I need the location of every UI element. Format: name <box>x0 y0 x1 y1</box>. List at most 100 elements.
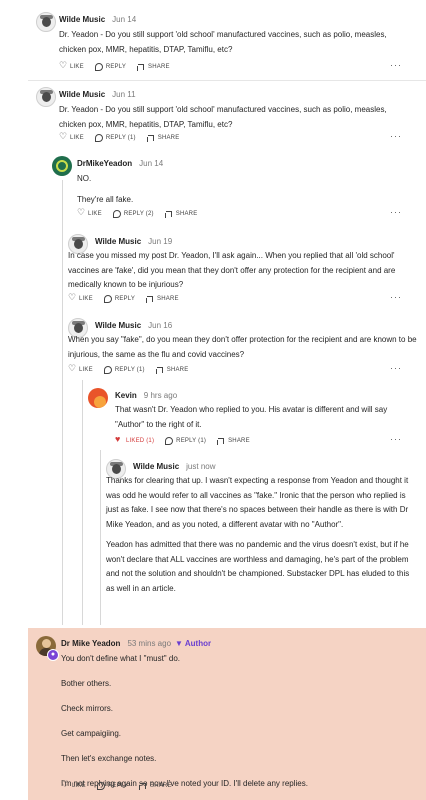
more-options-icon[interactable]: ··· <box>390 131 402 141</box>
comment-date[interactable]: 9 hrs ago <box>144 391 177 400</box>
comment-actions: LIKE REPLY SHARE <box>59 61 181 71</box>
comment-author[interactable]: Wilde Music <box>133 462 179 471</box>
heart-filled-icon <box>115 435 123 445</box>
share-icon <box>137 63 145 71</box>
heart-icon <box>61 780 69 790</box>
comment-actions: LIKE REPLY (2) SHARE <box>77 208 208 218</box>
like-button[interactable]: LIKE <box>61 780 86 790</box>
share-button[interactable]: SHARE <box>146 295 179 303</box>
more-options-icon[interactable]: ··· <box>390 60 402 70</box>
comment-author[interactable]: Kevin <box>115 391 137 400</box>
heart-icon <box>68 293 76 303</box>
heart-icon <box>77 208 85 218</box>
thread-line <box>82 380 83 625</box>
like-button[interactable]: LIKE <box>68 364 93 374</box>
comment: Wilde Music Jun 19 In case you missed my … <box>68 234 420 310</box>
share-icon <box>164 210 173 218</box>
comment-date[interactable]: just now <box>186 462 215 471</box>
comment: Wilde Music Jun 11 Dr. Yeadon - Do you st… <box>36 87 420 147</box>
comment: Wilde Music just now Thanks for clearing … <box>106 459 420 619</box>
comment: DrMikeYeadon Jun 14 NO. They're all fake.… <box>52 156 420 222</box>
comment-date[interactable]: Jun 11 <box>112 90 135 99</box>
share-button[interactable]: SHARE <box>164 210 198 218</box>
like-button[interactable]: LIKE <box>59 132 84 142</box>
reply-button[interactable]: REPLY <box>103 295 135 303</box>
like-button[interactable]: LIKE <box>68 293 93 303</box>
comment-paragraph: Bother others. <box>61 679 112 688</box>
more-options-icon[interactable]: ··· <box>390 434 402 444</box>
comment-author[interactable]: Dr Mike Yeadon <box>61 639 120 648</box>
share-icon <box>146 295 154 303</box>
share-icon <box>146 134 155 142</box>
thread-line <box>100 450 101 625</box>
heart-icon <box>59 132 67 142</box>
share-icon <box>139 782 147 790</box>
comment-text: Thanks for clearing that up. I wasn't ex… <box>106 474 416 602</box>
comment-text: In case you missed my post Dr. Yeadon, I… <box>68 251 396 289</box>
comment: Wilde Music Jun 14 Dr. Yeadon - Do you st… <box>36 12 420 76</box>
reply-icon <box>96 782 105 790</box>
comment-date[interactable]: Jun 16 <box>148 321 172 330</box>
heart-icon <box>68 364 76 374</box>
kevin-avatar[interactable] <box>88 388 108 408</box>
comment-paragraph: They're all fake. <box>77 194 134 204</box>
share-button[interactable]: SHARE <box>137 63 170 71</box>
reply-icon <box>165 437 174 445</box>
share-button[interactable]: SHARE <box>217 437 250 445</box>
comment-text: Dr. Yeadon - Do you still support 'old s… <box>59 30 387 54</box>
wilde-music-avatar[interactable] <box>36 12 56 32</box>
wilde-music-avatar[interactable] <box>36 87 56 107</box>
share-button[interactable]: SHARE <box>155 366 189 374</box>
separator <box>28 80 426 81</box>
comment-paragraph: Check mirrors. <box>61 704 114 713</box>
like-button[interactable]: LIKED (1) <box>115 435 154 445</box>
share-button[interactable]: SHARE <box>146 134 180 142</box>
like-button[interactable]: LIKE <box>59 61 84 71</box>
reply-icon <box>103 366 112 374</box>
comment-actions: LIKED (1) REPLY (1) SHARE <box>115 435 261 445</box>
reply-icon <box>94 134 103 142</box>
reply-button[interactable]: REPLY <box>94 63 126 71</box>
reply-icon <box>112 210 121 218</box>
comment-date[interactable]: Jun 14 <box>139 159 163 168</box>
reply-button[interactable]: REPLY <box>96 782 128 790</box>
comment-paragraph: NO. <box>77 174 92 183</box>
comment-author[interactable]: Wilde Music <box>59 15 105 24</box>
more-options-icon[interactable]: ··· <box>390 292 402 302</box>
share-button[interactable]: SHARE <box>139 782 172 790</box>
comment-text: When you say "fake", do you mean they do… <box>68 335 417 359</box>
comment-paragraph: Yeadon has admitted that there was no pa… <box>106 540 410 593</box>
author-tag: ▼ Author <box>175 639 212 648</box>
reply-icon <box>94 63 103 71</box>
reply-button[interactable]: REPLY (1) <box>103 366 145 374</box>
comment-author[interactable]: Wilde Music <box>95 321 141 330</box>
comment: ● Dr Mike Yeadon 53 mins ago ▼ Author You … <box>36 636 420 796</box>
reply-button[interactable]: REPLY (1) <box>165 437 206 445</box>
reply-icon <box>103 295 112 303</box>
comment-text: NO. They're all fake. <box>77 172 407 213</box>
more-options-icon[interactable]: ··· <box>390 363 402 373</box>
reply-button[interactable]: REPLY (1) <box>94 134 136 142</box>
comment-text: That wasn't Dr. Yeadon who replied to yo… <box>115 405 388 429</box>
comment-author[interactable]: DrMikeYeadon <box>77 159 132 168</box>
like-button[interactable]: LIKE <box>77 208 102 218</box>
comment-actions: LIKE REPLY SHARE <box>68 293 190 303</box>
comment-date[interactable]: Jun 14 <box>112 15 136 24</box>
comment-paragraph: Get campaigiing. <box>61 729 122 738</box>
lightbulb-badge-icon: ● <box>47 649 59 661</box>
comment-author[interactable]: Wilde Music <box>59 90 105 99</box>
comment: Wilde Music Jun 16 When you say "fake", d… <box>68 318 420 380</box>
heart-icon <box>59 61 67 71</box>
more-options-icon[interactable]: ··· <box>390 207 402 217</box>
comment-author[interactable]: Wilde Music <box>95 237 141 246</box>
comment-date[interactable]: Jun 19 <box>148 237 172 246</box>
share-icon <box>155 366 164 374</box>
comment-text: Dr. Yeadon - Do you still support 'old s… <box>59 105 387 129</box>
dr-mike-yeadon-avatar[interactable] <box>52 156 72 176</box>
thread-line <box>62 180 63 625</box>
comment-date[interactable]: 53 mins ago <box>127 639 171 648</box>
comment-actions: LIKE REPLY SHARE <box>61 780 183 790</box>
reply-button[interactable]: REPLY (2) <box>112 210 154 218</box>
comment-actions: LIKE REPLY (1) SHARE <box>59 132 190 142</box>
comment-text: You don't define what I "must" do. Bothe… <box>61 652 411 796</box>
